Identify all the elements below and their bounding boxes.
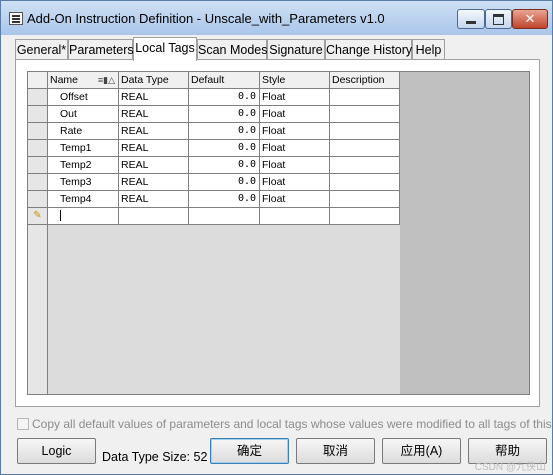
ok-button[interactable]: 确定 [210, 438, 289, 464]
tag-default-cell[interactable]: 0.0 [189, 140, 260, 157]
new-tag-type-cell[interactable] [119, 208, 189, 225]
tag-type-cell[interactable]: REAL [119, 157, 189, 174]
tab-local-tags[interactable]: Local Tags [133, 37, 197, 61]
data-type-size: Data Type Size: 52 [102, 450, 208, 464]
tag-description-cell[interactable] [330, 89, 400, 106]
tag-name-cell[interactable]: Temp2 [48, 157, 119, 174]
tag-style-cell[interactable]: Float [260, 106, 330, 123]
tag-style-cell[interactable]: Float [260, 157, 330, 174]
row-selector[interactable] [28, 140, 48, 157]
new-tag-description-cell[interactable] [330, 208, 400, 225]
text-cursor [60, 210, 61, 221]
tag-default-cell[interactable]: 0.0 [189, 123, 260, 140]
column-header-name-label: Name [50, 74, 79, 86]
cancel-button[interactable]: 取消 [296, 438, 375, 464]
window-title: Add-On Instruction Definition - Unscale_… [27, 11, 385, 26]
watermark: CSDN @九侠山 [474, 462, 546, 473]
local-tags-grid[interactable]: Name ≡▮△ Data Type Default Style Descrip… [27, 71, 530, 395]
maximize-icon [493, 13, 504, 25]
tag-default-cell[interactable]: 0.0 [189, 89, 260, 106]
tag-type-cell[interactable]: REAL [119, 106, 189, 123]
row-selector[interactable] [28, 191, 48, 208]
maximize-button[interactable] [485, 9, 512, 29]
row-selector[interactable] [28, 89, 48, 106]
row-selector[interactable] [28, 174, 48, 191]
tab-scan-modes[interactable]: Scan Modes [197, 39, 267, 60]
corner-cell [28, 72, 48, 89]
minimize-button[interactable] [457, 9, 485, 29]
tab-change-history[interactable]: Change History [325, 39, 412, 60]
tab-signature[interactable]: Signature [267, 39, 325, 60]
add-on-instruction-dialog: Add-On Instruction Definition - Unscale_… [0, 0, 553, 475]
pencil-icon: ✎ [28, 208, 48, 225]
column-header-default[interactable]: Default [189, 72, 260, 89]
tag-type-cell[interactable]: REAL [119, 140, 189, 157]
copy-defaults-option: Copy all default values of parameters an… [17, 417, 553, 433]
tag-default-cell[interactable]: 0.0 [189, 157, 260, 174]
column-header-name[interactable]: Name ≡▮△ [48, 72, 119, 89]
tag-style-cell[interactable]: Float [260, 123, 330, 140]
tag-style-cell[interactable]: Float [260, 89, 330, 106]
tag-description-cell[interactable] [330, 191, 400, 208]
minimize-icon [466, 20, 476, 24]
logic-button[interactable]: Logic [17, 438, 96, 464]
tag-description-cell[interactable] [330, 157, 400, 174]
row-selector[interactable] [28, 123, 48, 140]
tag-name-cell[interactable]: Rate [48, 123, 119, 140]
tag-style-cell[interactable]: Float [260, 191, 330, 208]
tag-name-cell[interactable]: Temp3 [48, 174, 119, 191]
column-header-data-type[interactable]: Data Type [119, 72, 189, 89]
tag-name-cell[interactable]: Offset [48, 89, 119, 106]
title-bar[interactable]: Add-On Instruction Definition - Unscale_… [1, 1, 552, 35]
row-selector[interactable] [28, 106, 48, 123]
tab-general[interactable]: General* [15, 39, 68, 60]
tag-style-cell[interactable]: Float [260, 174, 330, 191]
tag-type-cell[interactable]: REAL [119, 191, 189, 208]
tab-parameters[interactable]: Parameters [68, 39, 134, 60]
close-button[interactable]: ✕ [512, 9, 548, 29]
tag-name-cell[interactable]: Out [48, 106, 119, 123]
column-header-description[interactable]: Description [330, 72, 400, 89]
close-icon: ✕ [524, 11, 536, 26]
tag-description-cell[interactable] [330, 174, 400, 191]
local-tags-panel: Name ≡▮△ Data Type Default Style Descrip… [15, 59, 540, 407]
copy-defaults-label: Copy all default values of parameters an… [32, 417, 553, 431]
tag-type-cell[interactable]: REAL [119, 174, 189, 191]
row-selector[interactable] [28, 157, 48, 174]
new-tag-style-cell[interactable] [260, 208, 330, 225]
new-tag-default-cell[interactable] [189, 208, 260, 225]
tab-help[interactable]: Help [412, 39, 445, 60]
tag-name-cell[interactable]: Temp4 [48, 191, 119, 208]
tag-name-cell[interactable]: Temp1 [48, 140, 119, 157]
tag-description-cell[interactable] [330, 140, 400, 157]
tag-description-cell[interactable] [330, 106, 400, 123]
app-icon [9, 12, 23, 25]
new-tag-name-input[interactable] [48, 208, 119, 225]
apply-button[interactable]: 应用(A) [382, 438, 461, 464]
tag-default-cell[interactable]: 0.0 [189, 191, 260, 208]
column-header-style[interactable]: Style [260, 72, 330, 89]
tag-type-cell[interactable]: REAL [119, 123, 189, 140]
sort-icon[interactable]: ≡▮△ [98, 72, 115, 88]
tag-type-cell[interactable]: REAL [119, 89, 189, 106]
tag-description-cell[interactable] [330, 123, 400, 140]
tag-default-cell[interactable]: 0.0 [189, 174, 260, 191]
tag-default-cell[interactable]: 0.0 [189, 106, 260, 123]
tag-style-cell[interactable]: Float [260, 140, 330, 157]
copy-defaults-checkbox[interactable] [17, 418, 29, 430]
grid-filler [400, 72, 529, 394]
